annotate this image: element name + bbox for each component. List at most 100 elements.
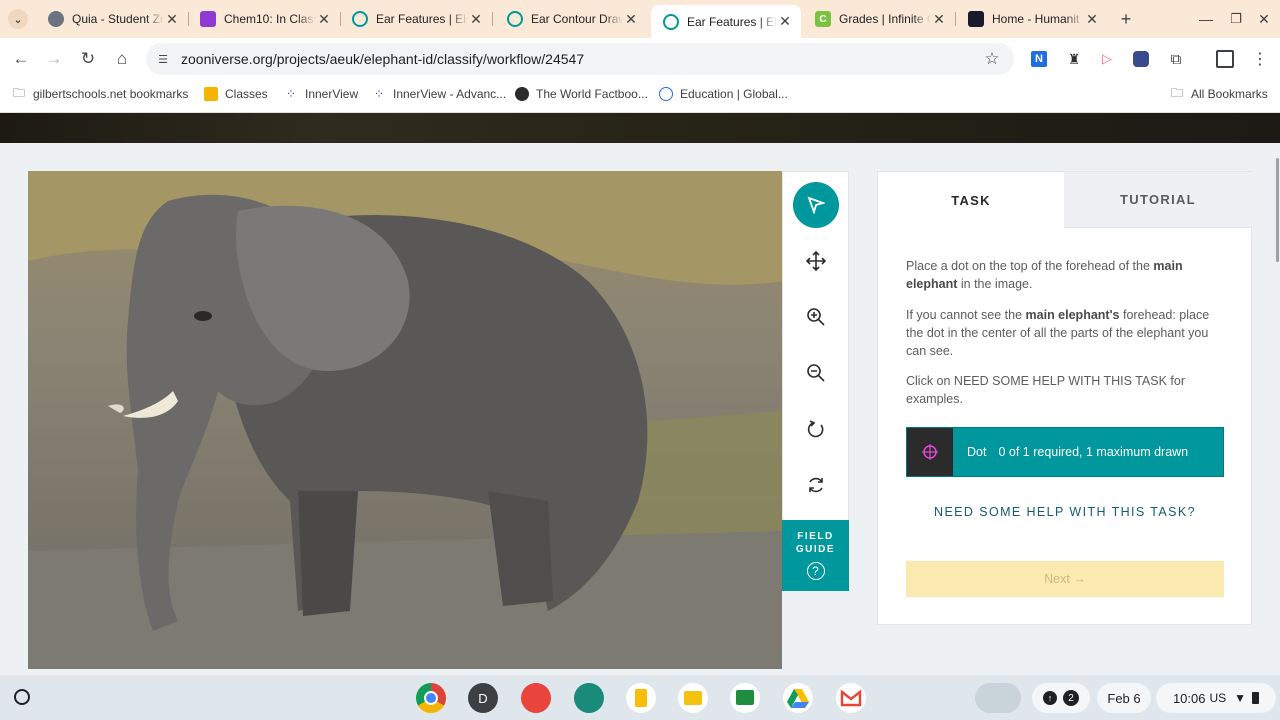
extension-n-icon[interactable]: N: [1031, 51, 1047, 67]
tool-name: Dot: [967, 445, 987, 459]
docs-d-icon[interactable]: D: [468, 683, 498, 713]
drive-icon[interactable]: [783, 683, 813, 713]
classroom-icon: [200, 11, 216, 27]
extension-spy-icon[interactable]: ♜: [1066, 50, 1082, 68]
address-bar[interactable]: ☰ zooniverse.org/projects/aeuk/elephant-…: [146, 43, 1014, 75]
restore-icon[interactable]: ❐: [1226, 9, 1246, 29]
locale-indicator: US: [1209, 691, 1227, 705]
forward-arrow-icon[interactable]: →: [40, 45, 68, 73]
side-panel-icon[interactable]: [1216, 50, 1234, 68]
close-window-icon[interactable]: ✕: [1254, 9, 1274, 29]
bookmark-item[interactable]: Classes: [204, 87, 268, 101]
pointer-icon[interactable]: [793, 182, 839, 228]
bookmark-item[interactable]: Education | Global...: [659, 87, 788, 101]
browser-tab[interactable]: Home - Humanit ✕: [956, 5, 1108, 33]
subject-image[interactable]: [28, 171, 782, 669]
notification-count: 2: [1063, 690, 1079, 706]
classroom-cards-icon[interactable]: [574, 683, 604, 713]
innerview-icon: ⁘: [373, 87, 385, 101]
extension-screencast-icon[interactable]: ▷: [1098, 50, 1116, 68]
crosshair-icon: [907, 428, 953, 476]
back-arrow-icon[interactable]: ←: [7, 45, 35, 73]
tab-tutorial[interactable]: TUTORIAL: [1064, 172, 1252, 228]
close-tab-icon[interactable]: ✕: [777, 13, 793, 30]
close-tab-icon[interactable]: ✕: [316, 11, 332, 27]
reload-icon[interactable]: ↻: [74, 45, 102, 73]
browser-tab[interactable]: Ear Features | Ele ✕: [340, 5, 492, 33]
close-tab-icon[interactable]: ✕: [623, 11, 639, 27]
folder-icon: 🗀: [1170, 85, 1183, 100]
bookmark-item[interactable]: The World Factboo...: [515, 87, 648, 101]
chrome-icon[interactable]: [416, 683, 446, 713]
field-guide-button[interactable]: FIELD GUIDE ?: [782, 520, 849, 591]
clock-time: 10:06: [1172, 690, 1206, 706]
slides-icon[interactable]: [678, 683, 708, 713]
all-bookmarks-button[interactable]: 🗀 All Bookmarks: [1170, 85, 1268, 102]
project-header-banner: [0, 113, 1280, 143]
help-question-icon: ?: [806, 562, 825, 580]
wifi-icon: ▼: [1234, 691, 1247, 705]
browser-tab[interactable]: C Grades | Infinite C ✕: [803, 5, 955, 33]
folder-icon: 🗀: [12, 85, 25, 100]
scrollbar-thumb[interactable]: [1276, 158, 1279, 262]
google-classroom-icon[interactable]: [730, 683, 760, 713]
url-text[interactable]: zooniverse.org/projects/aeuk/elephant-id…: [181, 51, 584, 67]
browser-tab[interactable]: Chem10: In Class ✕: [188, 5, 340, 33]
bookmark-star-icon[interactable]: ☆: [982, 49, 1002, 69]
reset-icon[interactable]: [793, 462, 839, 508]
zoom-in-icon[interactable]: [793, 294, 839, 340]
elephant-photo: [28, 171, 782, 669]
launcher-icon[interactable]: [14, 689, 30, 705]
extension-app-icon[interactable]: [1133, 51, 1149, 67]
browser-tab[interactable]: Quia - Student Zo ✕: [36, 5, 188, 33]
extensions-puzzle-icon[interactable]: ⧉: [1166, 49, 1186, 69]
canvas-paint-icon[interactable]: [521, 683, 551, 713]
notification-tray[interactable]: ↑ 2: [1032, 683, 1090, 713]
factbook-icon: [515, 87, 529, 101]
humanities-icon: [968, 11, 984, 27]
bookmark-item[interactable]: 🗀 gilbertschools.net bookmarks: [12, 85, 188, 102]
browser-toolbar: ← → ↻ ⌂ ☰ zooniverse.org/projects/aeuk/e…: [0, 38, 1280, 80]
dot-tool-button[interactable]: Dot 0 of 1 required, 1 maximum drawn: [906, 427, 1224, 477]
need-help-link[interactable]: NEED SOME HELP WITH THIS TASK?: [906, 505, 1224, 519]
tab-search-chevron-icon[interactable]: ⌄: [8, 9, 28, 29]
education-icon: [659, 87, 673, 101]
task-instruction-3: Click on NEED SOME HELP WITH THIS TASK f…: [906, 374, 1185, 406]
close-tab-icon[interactable]: ✕: [468, 11, 484, 27]
holding-space-tray[interactable]: [975, 683, 1021, 713]
zooniverse-icon: [507, 11, 523, 27]
bookmark-item[interactable]: ⁘ InnerView - Advanc...: [372, 87, 506, 101]
new-tab-plus-icon[interactable]: +: [1116, 9, 1136, 29]
innerview-icon: ⁘: [285, 87, 297, 101]
browser-tab[interactable]: Ear Contour Draw ✕: [495, 5, 647, 33]
battery-icon: [1252, 692, 1260, 704]
task-instruction-1: Place a dot on the top of the forehead o…: [906, 259, 1183, 291]
browser-tab-active[interactable]: Ear Features | Ele ✕: [651, 5, 801, 38]
rotate-icon[interactable]: [793, 406, 839, 452]
task-panel: TASK TUTORIAL Place a dot on the top of …: [877, 171, 1252, 625]
gmail-icon[interactable]: [836, 683, 866, 713]
menu-kebab-icon[interactable]: ⋮: [1250, 49, 1270, 69]
classroom-icon: [204, 87, 218, 101]
home-icon[interactable]: ⌂: [108, 45, 136, 73]
close-tab-icon[interactable]: ✕: [931, 11, 947, 27]
chromeos-shelf: D ↑ 2 Feb 6 10:06 US ▼: [0, 675, 1280, 720]
page-scrollbar[interactable]: [1272, 158, 1280, 668]
move-icon[interactable]: [793, 238, 839, 284]
browser-tab-strip: ⌄ Quia - Student Zo ✕ Chem10: In Class ✕…: [0, 0, 1280, 38]
keep-icon[interactable]: [626, 683, 656, 713]
bookmark-item[interactable]: ⁘ InnerView: [284, 87, 358, 101]
task-instruction-2: If you cannot see the main elephant's fo…: [906, 308, 1210, 358]
next-button[interactable]: Next →: [906, 561, 1224, 597]
zoom-out-icon[interactable]: [793, 350, 839, 396]
date-tray[interactable]: Feb 6: [1097, 683, 1151, 713]
close-tab-icon[interactable]: ✕: [164, 11, 180, 27]
close-tab-icon[interactable]: ✕: [1084, 11, 1100, 27]
status-tray[interactable]: 10:06 US ▼: [1156, 683, 1276, 713]
site-info-icon[interactable]: ☰: [156, 52, 170, 66]
tab-task[interactable]: TASK: [878, 172, 1064, 228]
minimize-icon[interactable]: —: [1196, 9, 1216, 29]
zooniverse-icon: [352, 11, 368, 27]
bookmarks-bar: 🗀 gilbertschools.net bookmarks Classes ⁘…: [0, 80, 1280, 113]
zooniverse-icon: [663, 13, 679, 30]
